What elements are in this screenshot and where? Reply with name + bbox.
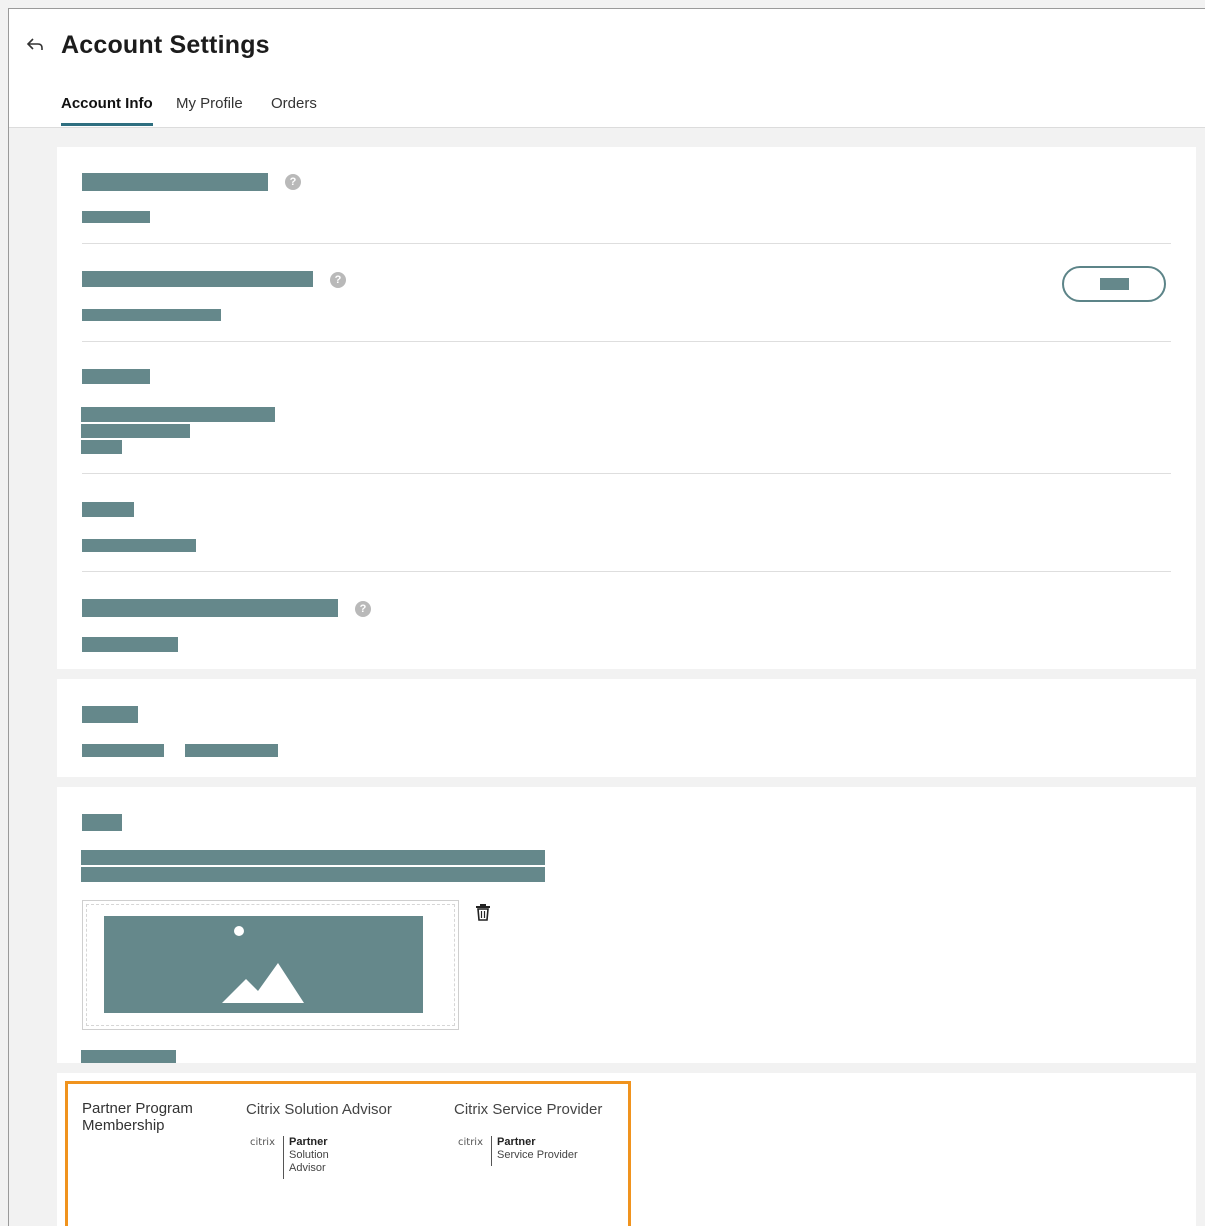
tab-my-profile[interactable]: My Profile [176, 95, 243, 125]
field-value-redacted [81, 424, 190, 438]
partner-program-highlight: Partner Program Membership Citrix Soluti… [65, 1081, 631, 1226]
page-header: Account Settings Account Info My Profile… [9, 9, 1205, 128]
badge-title: Partner [497, 1136, 536, 1148]
page-title: Account Settings [61, 31, 270, 59]
divider [82, 571, 1171, 572]
description-redacted [81, 850, 545, 865]
help-icon[interactable]: ? [355, 601, 371, 617]
field-value-redacted [82, 637, 178, 652]
trash-icon[interactable] [474, 903, 492, 921]
field-value-redacted [185, 744, 278, 757]
image-placeholder-icon [104, 916, 423, 1013]
program-title-service-provider: Citrix Service Provider [454, 1101, 603, 1118]
field-value-redacted [81, 407, 275, 422]
field-label-redacted [82, 173, 268, 191]
field-value-redacted [82, 744, 164, 757]
button-label-redacted [1100, 278, 1129, 290]
field-value-redacted [81, 1050, 176, 1063]
field-label-redacted [82, 706, 138, 723]
field-label-redacted [82, 369, 150, 384]
field-label-redacted [82, 599, 338, 617]
badge-text: Partner Service Provider [497, 1136, 578, 1162]
logo-upload-frame[interactable] [82, 900, 459, 1030]
badge-title: Partner [289, 1136, 328, 1148]
field-value-redacted [82, 309, 221, 321]
divider [82, 473, 1171, 474]
field-value-redacted [82, 211, 150, 223]
back-arrow-icon[interactable] [25, 37, 45, 53]
field-value-redacted [81, 440, 122, 454]
partner-program-label: Partner Program Membership [82, 1100, 193, 1134]
description-redacted [81, 867, 545, 882]
help-icon[interactable]: ? [330, 272, 346, 288]
help-icon[interactable]: ? [285, 174, 301, 190]
badge-subtitle: Solution Advisor [289, 1149, 329, 1174]
logo-card [57, 787, 1196, 1063]
citrix-logo: citrix [250, 1137, 276, 1148]
program-title-solution-advisor: Citrix Solution Advisor [246, 1101, 392, 1118]
badge-text: Partner Solution Advisor [289, 1136, 337, 1175]
divider [82, 341, 1171, 342]
field-label-redacted [82, 814, 122, 831]
badge-subtitle: Service Provider [497, 1149, 578, 1161]
edit-button[interactable] [1062, 266, 1166, 302]
tab-account-info[interactable]: Account Info [61, 95, 153, 126]
account-details-card: ? ? ? [57, 147, 1196, 669]
partner-program-card: Partner Program Membership Citrix Soluti… [57, 1073, 1196, 1226]
contact-card [57, 679, 1196, 777]
field-label-redacted [82, 502, 134, 517]
tab-orders[interactable]: Orders [271, 95, 317, 125]
divider [82, 243, 1171, 244]
badge-separator [283, 1136, 284, 1179]
field-label-redacted [82, 271, 313, 287]
citrix-logo: citrix [458, 1137, 484, 1148]
app-window: Account Settings Account Info My Profile… [8, 8, 1205, 1226]
field-value-redacted [82, 539, 196, 552]
badge-separator [491, 1136, 492, 1166]
